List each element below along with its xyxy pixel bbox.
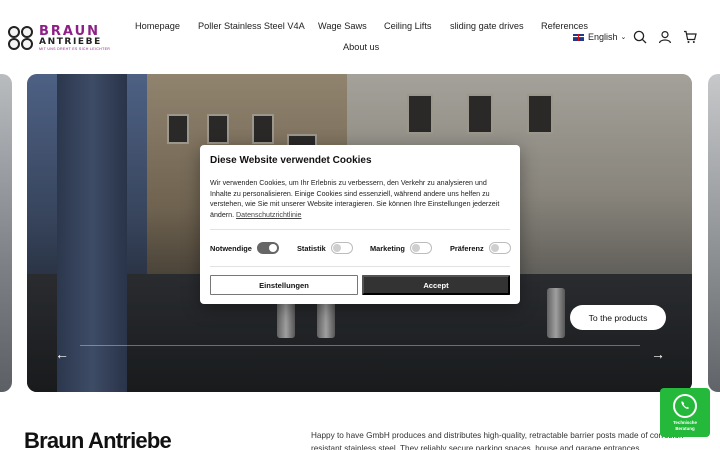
search-icon[interactable]	[633, 30, 647, 44]
toggle-statistics[interactable]: Statistik	[297, 242, 353, 254]
account-icon[interactable]	[658, 30, 672, 44]
privacy-policy-link[interactable]: Datenschutzrichtlinie	[236, 211, 301, 219]
toggle-marketing[interactable]: Marketing	[370, 242, 432, 254]
toggle-necessary[interactable]: Notwendige	[210, 242, 279, 254]
toggle-preferences-label: Präferenz	[450, 243, 484, 253]
toggle-switch-necessary[interactable]	[256, 242, 279, 254]
toggle-switch-statistics[interactable]	[330, 242, 353, 254]
logo-text: BRAUN ANTRIEBE MIT UNS DREHT ES SICH LEI…	[39, 25, 110, 52]
whatsapp-label-line1: Technische	[673, 420, 697, 425]
cookie-dialog-divider	[210, 229, 510, 230]
whatsapp-label: Technische Beratung	[673, 420, 697, 431]
language-selector[interactable]: English ⌄	[573, 32, 626, 42]
nav-item-references[interactable]: References	[541, 21, 588, 31]
cookie-dialog: Diese Website verwendet Cookies Wir verw…	[200, 145, 520, 304]
logo-mark-icon	[8, 24, 36, 52]
nav-item-sliding-gate[interactable]: sliding gate drives	[450, 21, 524, 31]
arrow-left-icon[interactable]: ←	[54, 347, 70, 361]
toggle-necessary-label: Notwendige	[210, 243, 252, 253]
chevron-down-icon: ⌄	[620, 34, 627, 41]
whatsapp-support-button[interactable]: Technische Beratung	[660, 388, 710, 437]
next-slide-peek	[708, 74, 720, 392]
previous-slide-peek	[0, 74, 12, 392]
language-label: English	[588, 32, 618, 42]
arrow-right-icon[interactable]: →	[650, 347, 666, 361]
page-title: Braun Antriebe	[24, 428, 172, 450]
cookie-toggle-row: Notwendige Statistik Marketing Präferenz	[210, 242, 511, 256]
nav-item-about-us[interactable]: About us	[343, 42, 379, 52]
cookie-dialog-divider	[210, 266, 510, 267]
cookie-accept-button[interactable]: Accept	[362, 275, 510, 295]
intro-text: Happy to have GmbH produces and distribu…	[311, 431, 687, 450]
cookie-dialog-title: Diese Website verwendet Cookies	[210, 155, 372, 166]
logo-brand: BRAUN	[39, 23, 101, 39]
nav-item-poller[interactable]: Poller Stainless Steel V4A	[198, 21, 305, 31]
toggle-statistics-label: Statistik	[297, 243, 326, 253]
to-products-button[interactable]: To the products	[570, 305, 666, 330]
toggle-marketing-label: Marketing	[370, 243, 405, 253]
uk-flag-icon	[573, 33, 584, 41]
slider-progress-bar	[80, 345, 640, 346]
logo[interactable]: BRAUN ANTRIEBE MIT UNS DREHT ES SICH LEI…	[8, 22, 122, 54]
cookie-settings-button[interactable]: Einstellungen	[210, 275, 358, 295]
toggle-switch-preferences[interactable]	[488, 242, 511, 254]
cart-icon[interactable]	[683, 30, 697, 44]
logo-tagline: MIT UNS DREHT ES SICH LEICHTER	[39, 46, 111, 51]
whatsapp-label-line2: Beratung	[675, 425, 695, 431]
site-header: BRAUN ANTRIEBE MIT UNS DREHT ES SICH LEI…	[0, 0, 720, 62]
nav-item-ceiling-lifts[interactable]: Ceiling Lifts	[384, 21, 432, 31]
toggle-preferences[interactable]: Präferenz	[450, 242, 511, 254]
whatsapp-icon	[673, 394, 697, 418]
nav-item-wage-saws[interactable]: Wage Saws	[318, 21, 367, 31]
cookie-dialog-text: Wir verwenden Cookies, um Ihr Erlebnis z…	[210, 178, 508, 220]
toggle-switch-marketing[interactable]	[409, 242, 432, 254]
logo-subtitle: ANTRIEBE	[39, 36, 102, 47]
nav-item-homepage[interactable]: Homepage	[135, 21, 180, 31]
